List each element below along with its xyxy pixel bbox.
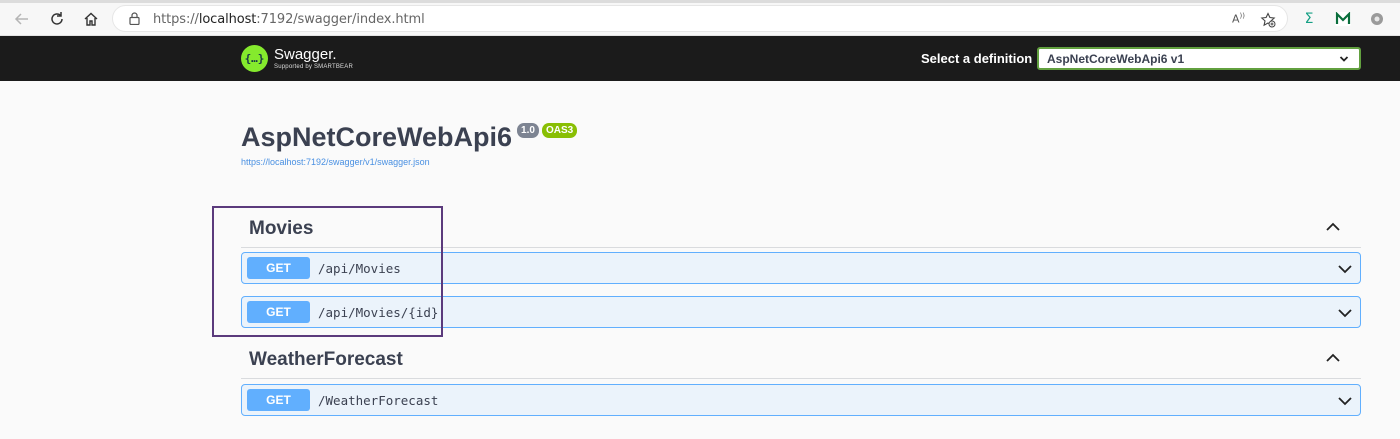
sigma-extension-icon[interactable]: Σ bbox=[1300, 10, 1318, 28]
definition-select[interactable]: AspNetCoreWebApi6 v1 bbox=[1037, 47, 1361, 70]
settings-extension-icon[interactable] bbox=[1368, 10, 1386, 28]
operation-get-weatherforecast[interactable]: GET /WeatherForecast bbox=[241, 384, 1361, 416]
highlight-annotation-box bbox=[212, 206, 443, 337]
read-aloud-icon[interactable]: A)) bbox=[1232, 12, 1248, 28]
chevron-down-icon[interactable] bbox=[1337, 394, 1353, 412]
tag-section-weatherforecast[interactable]: WeatherForecast bbox=[241, 339, 1361, 379]
chevron-down-icon[interactable] bbox=[1337, 262, 1353, 280]
home-icon[interactable] bbox=[80, 8, 102, 30]
swagger-logo-icon: {…} bbox=[241, 44, 268, 72]
swagger-logo-subtitle: Supported by SMARTBEAR bbox=[274, 63, 353, 70]
swagger-logo-name: Swagger. bbox=[274, 45, 337, 63]
m-extension-icon[interactable] bbox=[1334, 10, 1352, 28]
browser-toolbar: https://localhost:7192/swagger/index.htm… bbox=[0, 0, 1400, 36]
select-definition-label: Select a definition bbox=[921, 51, 1033, 66]
chevron-up-icon[interactable] bbox=[1325, 351, 1341, 369]
tag-title: WeatherForecast bbox=[249, 349, 403, 370]
chevron-down-icon bbox=[1339, 53, 1349, 67]
api-title: AspNetCoreWebApi6 bbox=[241, 122, 513, 152]
oas-badge: OAS3 bbox=[541, 123, 578, 138]
address-bar[interactable]: https://localhost:7192/swagger/index.htm… bbox=[112, 5, 1288, 32]
url-prefix: https:// bbox=[153, 12, 199, 27]
swagger-logo[interactable]: {…} Swagger. Supported by SMARTBEAR bbox=[241, 42, 353, 74]
back-icon[interactable] bbox=[11, 8, 33, 30]
refresh-icon[interactable] bbox=[46, 8, 68, 30]
method-badge: GET bbox=[247, 389, 310, 411]
address-url[interactable]: https://localhost:7192/swagger/index.htm… bbox=[153, 12, 425, 27]
favorite-add-icon[interactable] bbox=[1260, 12, 1276, 28]
spec-json-link[interactable]: https://localhost:7192/swagger/v1/swagge… bbox=[241, 157, 430, 167]
lock-icon[interactable] bbox=[129, 12, 140, 30]
url-host: localhost bbox=[198, 12, 257, 27]
chevron-down-icon[interactable] bbox=[1337, 306, 1353, 324]
definition-select-value: AspNetCoreWebApi6 v1 bbox=[1047, 52, 1185, 66]
window-top-edge bbox=[0, 0, 1400, 3]
operation-path: /WeatherForecast bbox=[318, 393, 439, 408]
version-badge: 1.0 bbox=[517, 123, 539, 138]
api-info-header: AspNetCoreWebApi6 1.0 OAS3 bbox=[241, 120, 578, 154]
url-rest: :7192/swagger/index.html bbox=[256, 12, 425, 27]
chevron-up-icon[interactable] bbox=[1325, 220, 1341, 238]
